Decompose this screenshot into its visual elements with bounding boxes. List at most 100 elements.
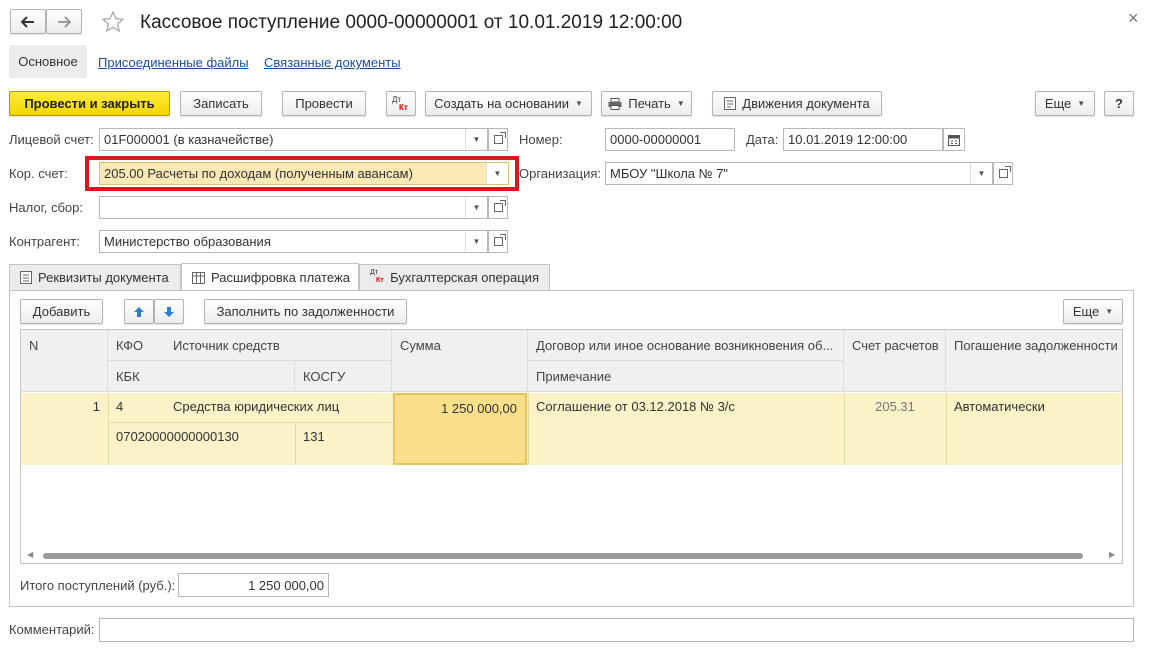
- tax-field[interactable]: ▼: [99, 196, 488, 219]
- cell-repayment[interactable]: Автоматически: [946, 393, 1122, 420]
- back-button[interactable]: [10, 9, 46, 34]
- close-icon[interactable]: ×: [1128, 8, 1139, 29]
- scroll-left-icon[interactable]: ◀: [27, 550, 33, 559]
- org-value: МБОУ "Школа № 7": [610, 166, 729, 181]
- arrow-right-icon: [58, 15, 71, 28]
- header-repayment[interactable]: Погашение задолженности: [946, 330, 1122, 392]
- totals-field: 1 250 000,00: [178, 573, 329, 597]
- header-account[interactable]: Счет расчетов: [844, 330, 946, 392]
- account-open-button[interactable]: [488, 128, 508, 151]
- cell-account[interactable]: 205.31: [844, 393, 946, 420]
- header-kbk[interactable]: КБК: [108, 361, 295, 392]
- date-label: Дата:: [746, 132, 779, 147]
- chevron-down-icon[interactable]: ▼: [970, 163, 992, 184]
- post-button[interactable]: Провести: [282, 91, 366, 116]
- post-label: Провести: [295, 96, 353, 111]
- details-icon: [20, 271, 32, 284]
- scroll-right-icon[interactable]: ▶: [1109, 550, 1115, 559]
- contractor-open-button[interactable]: [488, 230, 508, 253]
- tab-related-documents[interactable]: Связанные документы: [264, 55, 401, 70]
- cell-kbk[interactable]: 07020000000000130: [108, 423, 295, 450]
- chevron-down-icon: ▼: [574, 99, 583, 108]
- header-sum[interactable]: Сумма: [392, 330, 528, 392]
- date-field[interactable]: 10.01.2019 12:00:00: [783, 128, 943, 151]
- add-row-button[interactable]: Добавить: [20, 299, 103, 324]
- header-source[interactable]: Источник средств: [165, 330, 392, 361]
- chevron-down-icon[interactable]: ▼: [465, 129, 487, 150]
- help-button[interactable]: ?: [1104, 91, 1134, 116]
- tab-document-details[interactable]: Реквизиты документа: [9, 264, 181, 290]
- add-row-label: Добавить: [32, 304, 91, 319]
- number-field[interactable]: 0000-00000001: [605, 128, 735, 151]
- dt-kt-button[interactable]: Дт Кт: [386, 91, 416, 116]
- calendar-icon: [948, 134, 960, 146]
- table-more-label: Еще: [1072, 304, 1100, 319]
- cell-sum[interactable]: 1 250 000,00: [393, 393, 527, 465]
- tab-payment-breakdown[interactable]: Расшифровка платежа: [181, 263, 359, 291]
- more-label: Еще: [1044, 96, 1072, 111]
- payment-table[interactable]: N КФО Источник средств КБК КОСГУ Сумма Д…: [20, 329, 1123, 564]
- comment-field[interactable]: [99, 618, 1134, 642]
- number-value: 0000-00000001: [610, 132, 702, 147]
- move-down-button[interactable]: [154, 299, 184, 324]
- print-button[interactable]: Печать ▼: [601, 91, 692, 116]
- cell-n[interactable]: 1: [21, 393, 108, 420]
- create-based-on-label: Создать на основании: [434, 96, 569, 111]
- help-label: ?: [1115, 96, 1123, 111]
- open-icon: [493, 234, 506, 246]
- post-and-close-label: Провести и закрыть: [24, 96, 155, 111]
- arrow-up-icon: [134, 306, 144, 317]
- totals-value: 1 250 000,00: [248, 577, 324, 593]
- arrow-down-icon: [164, 306, 174, 317]
- table-more-button[interactable]: Еще ▼: [1063, 299, 1123, 324]
- favorite-star-icon[interactable]: [101, 10, 125, 37]
- header-note[interactable]: Примечание: [528, 361, 844, 392]
- chevron-down-icon[interactable]: ▼: [465, 197, 487, 218]
- calendar-button[interactable]: [943, 128, 965, 151]
- cor-account-label: Кор. счет:: [9, 166, 68, 181]
- forward-button[interactable]: [46, 9, 82, 34]
- cor-account-field[interactable]: 205.00 Расчеты по доходам (полученным ав…: [99, 162, 509, 185]
- create-based-on-button[interactable]: Создать на основании ▼: [425, 91, 592, 116]
- dt-kt-icon: Дт Кт: [370, 268, 384, 284]
- horizontal-scrollbar[interactable]: [43, 553, 1083, 559]
- cell-contract[interactable]: Соглашение от 03.12.2018 № 3/с: [528, 393, 844, 420]
- contractor-label: Контрагент:: [9, 234, 80, 249]
- printer-icon: [608, 97, 622, 110]
- contractor-field[interactable]: Министерство образования ▼: [99, 230, 488, 253]
- contractor-value: Министерство образования: [104, 234, 271, 249]
- fill-by-debt-label: Заполнить по задолженности: [216, 304, 395, 319]
- move-up-button[interactable]: [124, 299, 154, 324]
- post-and-close-button[interactable]: Провести и закрыть: [9, 91, 170, 116]
- header-kosgu[interactable]: КОСГУ: [295, 361, 392, 392]
- cell-kfo[interactable]: 4: [108, 393, 165, 420]
- account-field[interactable]: 01F000001 (в казначействе) ▼: [99, 128, 488, 151]
- header-contract[interactable]: Договор или иное основание возникновения…: [528, 330, 844, 361]
- chevron-down-icon[interactable]: ▼: [486, 163, 508, 184]
- arrow-left-icon: [21, 15, 34, 28]
- tab-accounting-operation[interactable]: Дт Кт Бухгалтерская операция: [359, 264, 550, 290]
- cell-note[interactable]: [528, 423, 844, 435]
- account-value: 01F000001 (в казначействе): [104, 132, 274, 147]
- document-movements-button[interactable]: Движения документа: [712, 91, 882, 116]
- date-value: 10.01.2019 12:00:00: [788, 132, 908, 147]
- tab-attached-files[interactable]: Присоединенные файлы: [98, 55, 249, 70]
- chevron-down-icon[interactable]: ▼: [465, 231, 487, 252]
- tab-main[interactable]: Основное: [9, 45, 87, 78]
- tab-main-label: Основное: [18, 54, 78, 69]
- fill-by-debt-button[interactable]: Заполнить по задолженности: [204, 299, 407, 324]
- dt-kt-icon: Дт Кт: [392, 94, 408, 112]
- save-label: Записать: [193, 96, 249, 111]
- header-kfo[interactable]: КФО: [108, 330, 165, 361]
- cor-account-value: 205.00 Расчеты по доходам (полученным ав…: [104, 166, 413, 181]
- org-open-button[interactable]: [993, 162, 1013, 185]
- header-n[interactable]: N: [21, 330, 108, 392]
- tax-open-button[interactable]: [488, 196, 508, 219]
- more-button[interactable]: Еще ▼: [1035, 91, 1095, 116]
- tax-label: Налог, сбор:: [9, 200, 83, 215]
- window-title: Кассовое поступление 0000-00000001 от 10…: [140, 12, 683, 33]
- save-button[interactable]: Записать: [180, 91, 262, 116]
- org-field[interactable]: МБОУ "Школа № 7" ▼: [605, 162, 993, 185]
- cell-kosgu[interactable]: 131: [295, 423, 392, 450]
- cell-source[interactable]: Средства юридических лиц: [165, 393, 392, 420]
